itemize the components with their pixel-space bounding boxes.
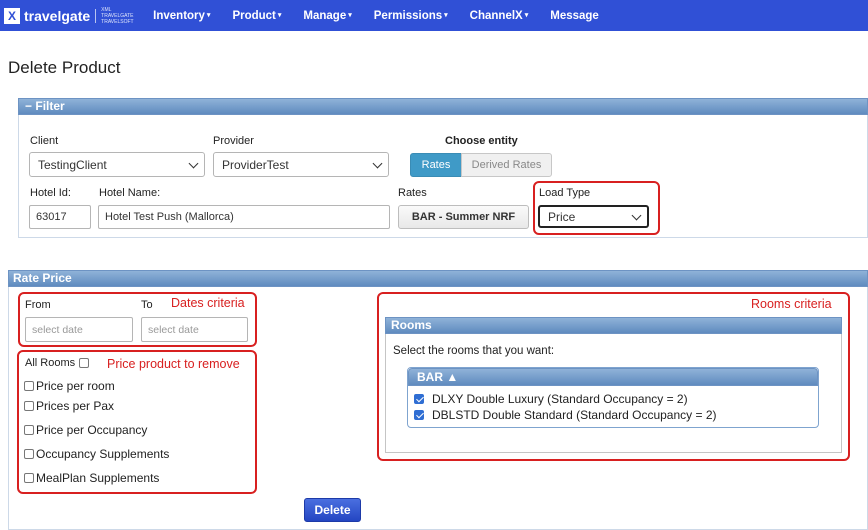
from-date-input[interactable]: select date <box>25 317 133 342</box>
all-rooms-checkbox-row[interactable]: All Rooms <box>25 357 91 369</box>
room-dblstd-checkbox[interactable] <box>414 410 424 420</box>
page-title: Delete Product <box>8 58 121 77</box>
chevron-down-icon <box>631 210 642 220</box>
rates-select-button[interactable]: BAR - Summer NRF <box>398 205 529 229</box>
hotel-name-label: Hotel Name: <box>99 187 161 199</box>
all-rooms-label: All Rooms <box>25 357 76 369</box>
price-per-room-row[interactable]: Price per room <box>24 379 115 393</box>
filter-panel-header[interactable]: − Filter <box>18 98 868 115</box>
logo-divider <box>95 8 97 23</box>
hotel-id-input[interactable]: 63017 <box>29 205 91 229</box>
chevron-down-icon: ▾ <box>206 11 211 19</box>
rate-group-header[interactable]: BAR ▲ <box>408 368 818 386</box>
prices-per-pax-row[interactable]: Prices per Pax <box>24 399 114 413</box>
price-per-occupancy-label: Price per Occupancy <box>36 423 148 437</box>
choose-entity-label: Choose entity <box>445 135 518 147</box>
delete-button[interactable]: Delete <box>304 498 361 522</box>
logo-text: travelgate <box>24 7 91 24</box>
chevron-down-icon <box>372 158 383 168</box>
rooms-prompt: Select the rooms that you want: <box>393 345 555 357</box>
room-dblstd-label: DBLSTD Double Standard (Standard Occupan… <box>432 408 717 422</box>
from-label: From <box>25 299 51 311</box>
rooms-panel-header: Rooms <box>385 317 842 334</box>
price-product-annotation: Price product to remove <box>107 357 240 371</box>
to-label: To <box>141 299 153 311</box>
entity-derived-rates-button[interactable]: Derived Rates <box>461 153 552 177</box>
room-dlxy-label: DLXY Double Luxury (Standard Occupancy =… <box>432 392 688 406</box>
provider-label: Provider <box>213 135 254 147</box>
collapse-icon[interactable]: − <box>25 99 32 113</box>
rate-price-panel-header: Rate Price <box>8 270 868 287</box>
all-rooms-checkbox[interactable] <box>79 358 90 368</box>
travelgate-logo[interactable]: X travelgate XML TRAVELGATE TRAVELSOFT <box>4 0 135 31</box>
rooms-criteria-annotation: Rooms criteria <box>751 297 832 311</box>
chevron-down-icon <box>188 158 199 168</box>
rooms-title: Rooms <box>391 318 432 332</box>
nav-product[interactable]: Product ▾ <box>232 10 281 22</box>
nav-inventory[interactable]: Inventory ▾ <box>153 10 210 22</box>
price-per-occupancy-checkbox[interactable] <box>24 425 34 435</box>
rate-group-label: BAR ▲ <box>417 370 459 384</box>
client-label: Client <box>30 135 59 147</box>
chevron-down-icon: ▾ <box>444 11 448 19</box>
rates-label: Rates <box>398 187 427 199</box>
mealplan-supplements-label: MealPlan Supplements <box>36 471 160 485</box>
chevron-down-icon: ▾ <box>277 11 282 19</box>
nav-channelx[interactable]: ChannelX ▾ <box>470 10 529 22</box>
entity-rates-button[interactable]: Rates <box>410 153 462 177</box>
provider-select-value: ProviderTest <box>222 157 289 172</box>
mealplan-supplements-row[interactable]: MealPlan Supplements <box>24 471 159 485</box>
logo-subtext: XML TRAVELGATE TRAVELSOFT <box>101 6 134 25</box>
room-dlxy-checkbox[interactable] <box>414 394 424 404</box>
chevron-down-icon: ▾ <box>348 11 352 19</box>
nav-permissions[interactable]: Permissions ▾ <box>374 10 448 22</box>
load-type-label: Load Type <box>539 187 591 199</box>
dates-criteria-annotation: Dates criteria <box>171 296 245 310</box>
to-date-input[interactable]: select date <box>141 317 248 342</box>
client-select[interactable]: TestingClient <box>29 152 205 177</box>
prices-per-pax-label: Prices per Pax <box>36 399 115 413</box>
logo-x-icon: X <box>4 7 20 24</box>
rate-price-title: Rate Price <box>13 271 72 285</box>
nav-message[interactable]: Message <box>550 10 599 22</box>
room-dblstd-row[interactable]: DBLSTD Double Standard (Standard Occupan… <box>414 408 716 422</box>
filter-title: Filter <box>35 99 65 113</box>
nav-manage[interactable]: Manage ▾ <box>303 10 351 22</box>
price-per-occupancy-row[interactable]: Price per Occupancy <box>24 423 147 437</box>
mealplan-supplements-checkbox[interactable] <box>24 473 34 483</box>
occupancy-supplements-checkbox[interactable] <box>24 449 34 459</box>
load-type-value: Price <box>548 209 576 224</box>
top-navbar: X travelgate XML TRAVELGATE TRAVELSOFT I… <box>0 0 868 31</box>
occupancy-supplements-row[interactable]: Occupancy Supplements <box>24 447 169 461</box>
provider-select[interactable]: ProviderTest <box>213 152 389 177</box>
client-select-value: TestingClient <box>38 157 107 172</box>
price-per-room-checkbox[interactable] <box>24 381 34 391</box>
chevron-down-icon: ▾ <box>524 11 529 19</box>
prices-per-pax-checkbox[interactable] <box>24 401 34 411</box>
occupancy-supplements-label: Occupancy Supplements <box>36 447 170 461</box>
load-type-select[interactable]: Price <box>538 205 649 228</box>
hotel-name-input[interactable]: Hotel Test Push (Mallorca) <box>98 205 390 229</box>
room-dlxy-row[interactable]: DLXY Double Luxury (Standard Occupancy =… <box>414 392 688 406</box>
hotel-id-label: Hotel Id: <box>30 187 71 199</box>
price-per-room-label: Price per room <box>36 379 115 393</box>
